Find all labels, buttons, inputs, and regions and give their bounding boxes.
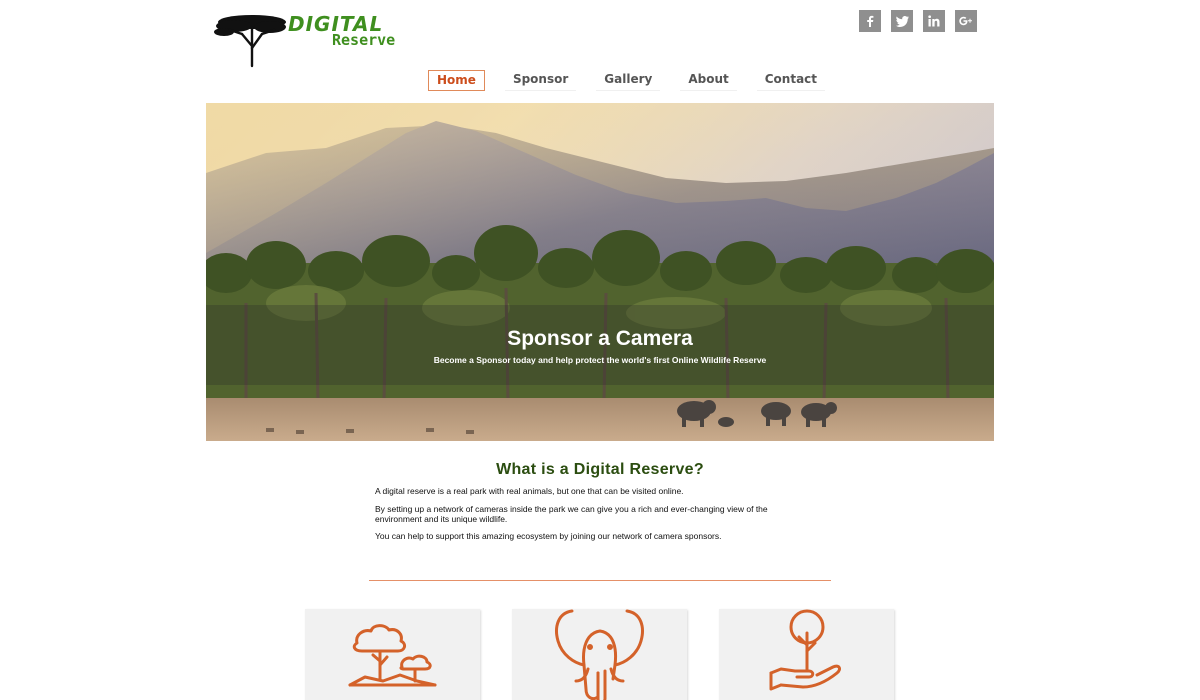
intro-paragraph: A digital reserve is a real park with re… [375, 486, 684, 496]
card-savanna[interactable] [305, 609, 480, 700]
hero-landscape-image [206, 103, 994, 441]
elephant-icon [555, 609, 644, 700]
nav-about[interactable]: About [680, 70, 737, 91]
nav-home[interactable]: Home [428, 70, 485, 91]
linkedin-icon[interactable] [923, 10, 945, 32]
hero-title: Sponsor a Camera [507, 327, 693, 350]
cameras-paragraph: By setting up a network of cameras insid… [375, 504, 768, 524]
social-links [859, 10, 977, 32]
hero-subtitle: Become a Sponsor today and help protect … [433, 355, 767, 365]
section-divider [369, 580, 831, 581]
savanna-trees-icon [348, 624, 437, 687]
logo-word-reserve: Reserve [332, 31, 396, 49]
card-elephant[interactable] [512, 609, 687, 700]
card-hand-plant[interactable] [719, 609, 894, 700]
acacia-tree-icon [214, 15, 286, 68]
main-nav: Home Sponsor Gallery About Contact [428, 70, 826, 91]
feature-cards [305, 609, 894, 700]
support-paragraph: You can help to support this amazing eco… [375, 531, 722, 541]
nav-sponsor[interactable]: Sponsor [504, 70, 577, 91]
site-logo[interactable]: DIGITAL Reserve [212, 10, 412, 68]
nav-gallery[interactable]: Gallery [596, 70, 661, 91]
facebook-icon[interactable] [859, 10, 881, 32]
twitter-icon[interactable] [891, 10, 913, 32]
hand-plant-icon [769, 609, 842, 691]
google-plus-icon[interactable] [955, 10, 977, 32]
nav-contact[interactable]: Contact [756, 70, 826, 91]
hero-banner: Sponsor a Camera Become a Sponsor today … [206, 103, 994, 441]
section-title: What is a Digital Reserve? [496, 461, 704, 478]
